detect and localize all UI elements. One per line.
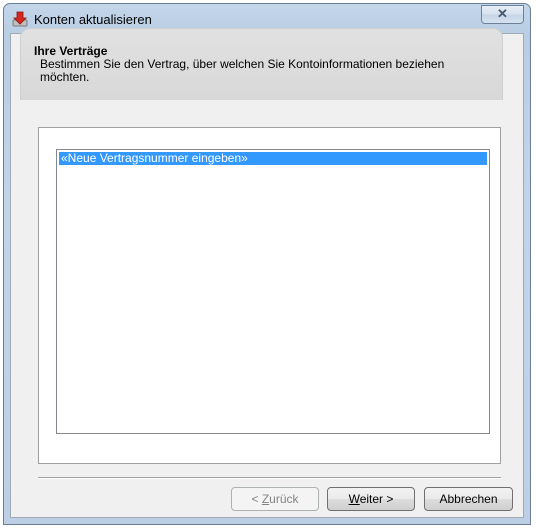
back-button-prefix: < — [251, 492, 262, 506]
close-button[interactable]: ✕ — [481, 5, 524, 24]
button-separator — [38, 477, 501, 479]
list-item[interactable]: «Neue Vertragsnummer eingeben» — [59, 152, 487, 165]
page-description: Bestimmen Sie den Vertrag, über welchen … — [40, 57, 445, 84]
next-button-label: eiter > — [359, 492, 394, 506]
next-button[interactable]: Weiter > — [327, 487, 415, 511]
contract-listbox[interactable]: «Neue Vertragsnummer eingeben» — [56, 149, 490, 434]
cancel-button[interactable]: Abbrechen — [424, 487, 513, 511]
window-title: Konten aktualisieren — [34, 12, 152, 27]
back-button-label: urück — [269, 492, 299, 506]
next-button-mnemonic: W — [348, 492, 360, 506]
close-icon: ✕ — [497, 6, 508, 21]
back-button[interactable]: < Zurück — [231, 487, 319, 511]
page-title: Ihre Verträge — [34, 44, 108, 58]
app-download-icon — [12, 11, 28, 27]
